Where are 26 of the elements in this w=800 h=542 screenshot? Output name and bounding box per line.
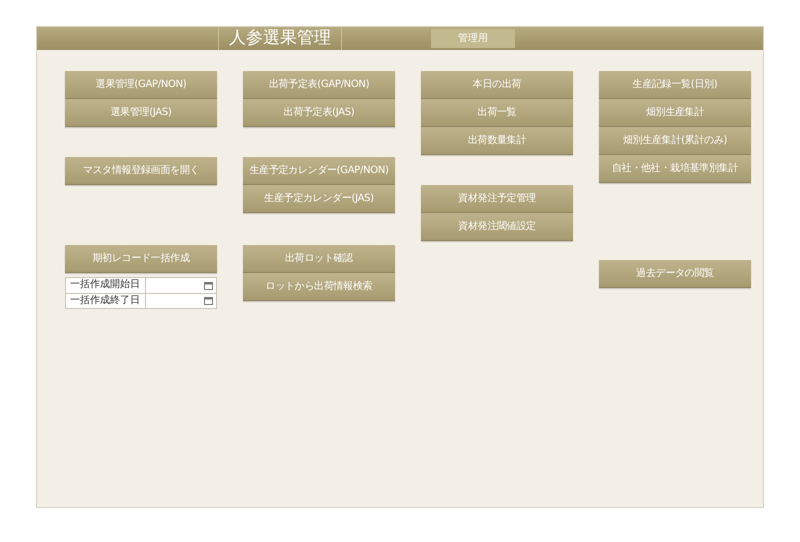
menu-button[interactable]: マスタ情報登録画面を開く [65,157,217,185]
menu-button[interactable]: 期初レコード一括作成 [65,245,217,273]
menu-button[interactable]: 生産予定カレンダー(GAP/NON) [243,157,395,185]
menu-button[interactable]: 畑別生産集計 [599,99,751,127]
menu-button[interactable]: 選果管理(GAP/NON) [65,71,217,99]
admin-button[interactable]: 管理用 [431,29,515,48]
menu-button[interactable]: 資材発注閾値設定 [421,213,573,241]
calendar-icon[interactable] [204,297,213,305]
field-label: 一括作成終了日 [66,294,146,308]
menu-button[interactable]: 畑別生産集計(累計のみ) [599,127,751,155]
menu-button[interactable]: 生産記録一覧(日別) [599,71,751,99]
menu-button[interactable]: 選果管理(JAS) [65,99,217,127]
menu-button[interactable]: 出荷予定表(GAP/NON) [243,71,395,99]
menu-button[interactable]: ロットから出荷情報検索 [243,273,395,301]
menu-button[interactable]: 生産予定カレンダー(JAS) [243,185,395,213]
menu-button[interactable]: 本日の出荷 [421,71,573,99]
field-label: 一括作成開始日 [66,278,146,293]
menu-button[interactable]: 出荷一覧 [421,99,573,127]
menu-button[interactable]: 出荷数量集計 [421,127,573,155]
menu-button[interactable]: 資材発注予定管理 [421,185,573,213]
calendar-icon[interactable] [204,282,213,290]
menu-button[interactable]: 過去データの閲覧 [599,260,751,288]
menu-button[interactable]: 出荷予定表(JAS) [243,99,395,127]
app-title: 人参選果管理 [218,27,342,50]
menu-button[interactable]: 自社・他社・栽培基準別集計 [599,155,751,183]
menu-button[interactable]: 出荷ロット確認 [243,245,395,273]
